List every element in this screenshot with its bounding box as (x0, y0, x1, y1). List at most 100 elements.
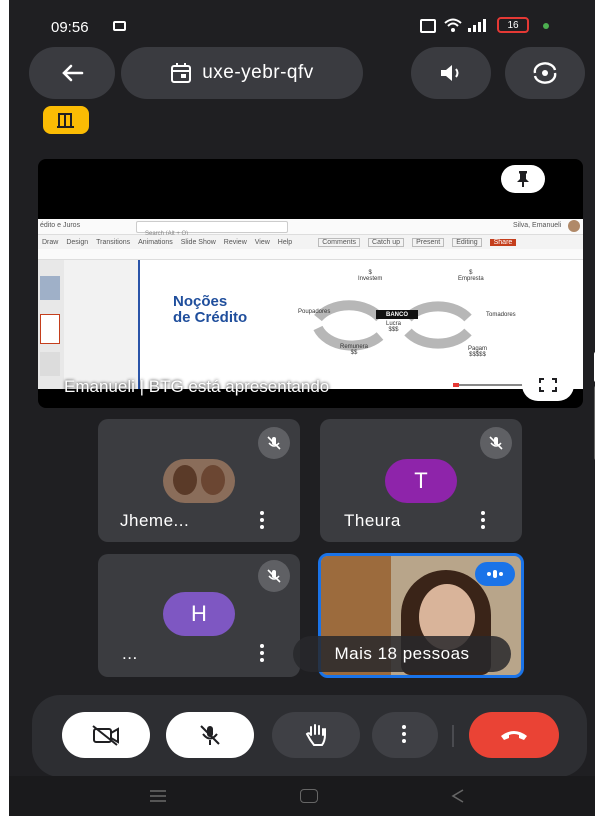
participant-tile-2[interactable]: T Theura (320, 419, 522, 542)
cast-icon (113, 21, 126, 31)
system-nav-bar (9, 776, 595, 816)
participant-photo (163, 459, 235, 503)
pin-button[interactable] (501, 165, 545, 193)
battery-level: 16 (507, 19, 519, 31)
control-bar (32, 695, 587, 777)
nfc-icon (420, 19, 436, 33)
more-vert-icon (402, 724, 408, 746)
label-lucra: Lucra $$$ (386, 321, 402, 333)
participant-name: ... (122, 644, 138, 663)
shared-screen: édito e Juros Search (Alt + Q) Silva, Em… (38, 219, 583, 389)
ppt-thumb-3 (40, 352, 60, 376)
ppt-doc-title: édito e Juros (40, 222, 81, 229)
slide-canvas: Noções de Crédito $ Investem $ Empresta … (138, 260, 583, 389)
hang-up-icon (501, 731, 527, 740)
wifi-icon (444, 18, 462, 32)
switch-camera-button[interactable] (505, 47, 585, 99)
mic-off-icon (267, 569, 281, 583)
participant-tile-1[interactable]: Jheme... (98, 419, 300, 542)
leave-call-button[interactable] (469, 712, 559, 758)
meeting-info-button[interactable]: uxe-yebr-qfv (121, 47, 363, 99)
ppt-tab-draw: Draw (42, 238, 59, 246)
slide-title-line2: de Crédito (173, 309, 248, 326)
control-divider (452, 725, 454, 747)
ppt-tab-view: View (254, 238, 270, 246)
signal-icon (468, 19, 486, 32)
battery-icon: 16 (497, 17, 529, 33)
ppt-tab-help: Help (277, 238, 293, 246)
participant-avatar: H (163, 592, 235, 636)
participant-avatar: T (385, 459, 457, 503)
mic-muted-badge (258, 560, 290, 592)
more-options-icon[interactable] (260, 644, 266, 665)
ppt-thumb-1 (40, 276, 60, 300)
presentation-tile[interactable]: édito e Juros Search (Alt + Q) Silva, Em… (38, 159, 583, 408)
ppt-catch-up: Catch up (368, 237, 405, 247)
presenter-caption: Emanueli | BTG está apresentando (64, 377, 330, 396)
label-banco: BANCO (376, 310, 418, 319)
notification-dot (543, 23, 549, 29)
scrollbar-track (594, 386, 595, 460)
more-people-chip[interactable]: Mais 18 pessoas (293, 636, 511, 672)
ppt-thumbnails (38, 260, 64, 389)
meeting-code: uxe-yebr-qfv (202, 62, 314, 83)
ppt-share: Share (489, 238, 517, 246)
mic-off-icon (267, 436, 281, 450)
meeting-room-button[interactable] (43, 106, 89, 134)
ppt-comments: Comments (318, 237, 361, 247)
ppt-tab-design: Design (66, 238, 89, 246)
audio-output-button[interactable] (411, 47, 491, 99)
ppt-tab-animations: Animations (138, 238, 173, 246)
camera-off-icon (92, 725, 119, 746)
slide-title: Noções de Crédito (173, 294, 247, 326)
back-button[interactable] (29, 47, 115, 99)
mic-toggle-button[interactable] (166, 712, 254, 758)
ppt-title-bar: édito e Juros Search (Alt + Q) Silva, Em… (38, 219, 583, 237)
participant-name: Theura (344, 511, 401, 530)
participant-name: Jheme... (120, 511, 190, 530)
ppt-tab-slideshow: Slide Show (180, 238, 216, 246)
mic-muted-badge (480, 427, 512, 459)
pin-icon (517, 171, 529, 187)
ppt-search-box: Search (Alt + Q) (136, 221, 288, 237)
label-empresta: $ Empresta (458, 270, 484, 282)
phone-screen: 09:56 16 uxe-yebr-qfv édito e Juros Sear… (9, 0, 595, 816)
more-options-icon[interactable] (260, 511, 266, 532)
participant-tile-3[interactable]: H ... (98, 554, 300, 677)
scrollbar-thumb[interactable] (594, 352, 595, 382)
more-options-icon[interactable] (481, 511, 487, 532)
camera-toggle-button[interactable] (62, 712, 150, 758)
progress-indicator (453, 383, 459, 387)
ppt-tab-review: Review (223, 238, 247, 246)
face-2 (201, 465, 225, 495)
fullscreen-button[interactable] (522, 369, 574, 401)
status-time: 09:56 (51, 19, 89, 36)
label-pagam: Pagam $$$$$ (468, 346, 488, 358)
home-icon[interactable] (300, 789, 318, 803)
recents-icon[interactable] (149, 789, 167, 803)
progress-track (453, 384, 523, 386)
speaking-indicator (475, 562, 515, 586)
back-nav-icon[interactable] (451, 788, 465, 804)
arrow-left-icon (62, 64, 84, 82)
calendar-icon (171, 63, 192, 83)
audio-level-icon (487, 570, 503, 578)
door-icon (57, 113, 74, 128)
mic-off-icon (200, 725, 220, 745)
label-tomadores: Tomadores (486, 312, 516, 318)
ppt-ribbon-tools (38, 249, 583, 260)
label-investem: $ Investem (358, 270, 383, 282)
ppt-user-avatar (568, 220, 580, 232)
raise-hand-button[interactable] (272, 712, 360, 758)
slide-accent-line (138, 260, 140, 389)
ppt-thumb-2 (40, 314, 60, 344)
ppt-present: Present (412, 237, 445, 247)
hand-icon (305, 724, 326, 746)
label-poupadores: Poupadores (298, 309, 331, 315)
more-options-button[interactable] (372, 712, 438, 758)
switch-camera-icon (533, 62, 557, 84)
fullscreen-icon (539, 378, 557, 392)
face-1 (173, 465, 197, 495)
slide-title-line1: Noções (173, 293, 228, 310)
mic-muted-badge (258, 427, 290, 459)
